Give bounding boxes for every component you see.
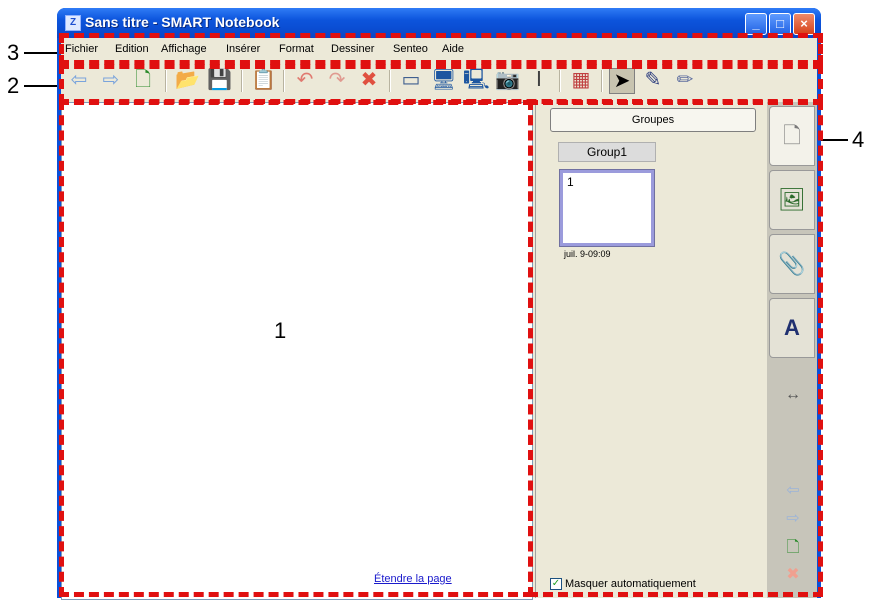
app-icon: Z: [65, 15, 81, 31]
annotation-box-menu: [59, 33, 823, 65]
minimize-button[interactable]: _: [745, 13, 767, 35]
annotation-box-toolbar: [59, 64, 823, 104]
annotation-4-label: 4: [852, 127, 865, 152]
close-button[interactable]: ×: [793, 13, 815, 35]
annotation-2-label: 2: [7, 73, 20, 98]
annotation-1-label: 1: [274, 318, 287, 343]
annotation-box-sidebar: [528, 100, 823, 597]
maximize-button[interactable]: □: [769, 13, 791, 35]
window-title: Sans titre - SMART Notebook: [85, 14, 280, 30]
annotation-3-label: 3: [7, 40, 20, 65]
annotation-box-page: [59, 100, 533, 597]
